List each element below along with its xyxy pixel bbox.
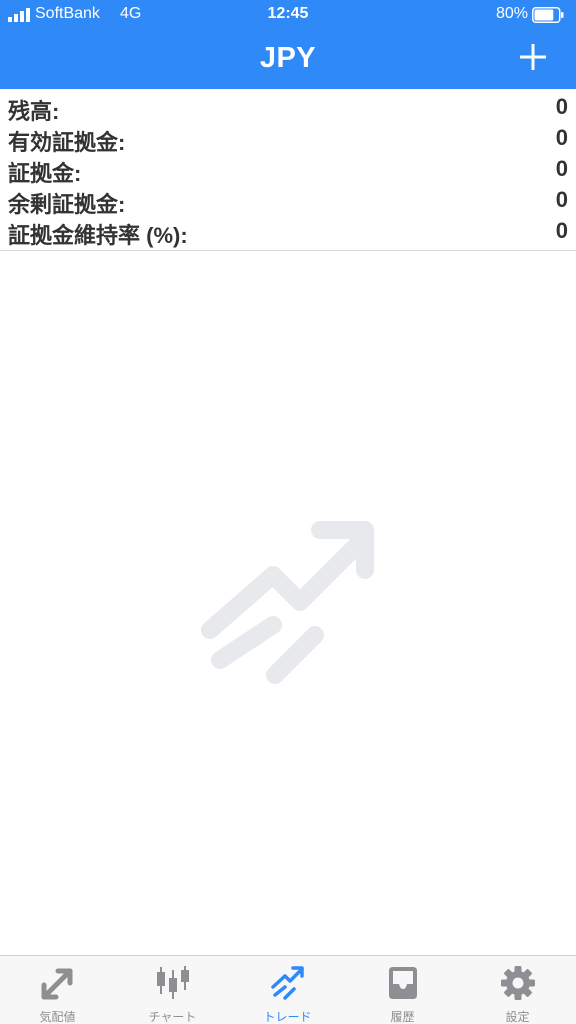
header: SoftBank 4G 12:45 80% JPY (0, 0, 576, 89)
plus-icon[interactable] (518, 42, 548, 72)
tab-chart[interactable]: チャート (115, 956, 230, 1024)
summary-value: 0 (555, 218, 568, 243)
page-title: JPY (259, 42, 317, 74)
tab-history[interactable]: 履歴 (345, 956, 460, 1024)
nav-bar: JPY (0, 30, 576, 89)
gear-icon (501, 966, 535, 1000)
quotes-icon (41, 968, 73, 1000)
tab-settings[interactable]: 設定 (460, 956, 575, 1024)
summary-value: 0 (555, 94, 568, 119)
candlestick-icon (157, 966, 189, 999)
summary-label: 証拠金維持率 (%): (8, 223, 188, 248)
summary-row-equity: 有効証拠金: 0 (0, 122, 576, 155)
trade-trend-icon (201, 521, 374, 684)
summary-row-balance: 残高: 0 (0, 91, 576, 124)
summary-row-free-margin: 余剰証拠金: 0 (0, 184, 576, 217)
summary-row-margin-level: 証拠金維持率 (%): 0 (0, 215, 576, 248)
inbox-icon (389, 967, 417, 999)
tab-label: 設定 (505, 1010, 530, 1024)
tab-label: チャート (148, 1010, 197, 1024)
summary-value: 0 (555, 125, 568, 150)
tab-bar: 気配値 チャート トレード 履歴 設定 (0, 955, 576, 1024)
status-bar: SoftBank 4G 12:45 80% (0, 0, 576, 30)
tab-trade[interactable]: トレード (230, 956, 345, 1024)
tab-label: トレード (263, 1010, 312, 1024)
clock: 12:45 (267, 5, 309, 22)
summary-value: 0 (555, 156, 568, 181)
tab-label: 気配値 (39, 1010, 76, 1024)
summary-value: 0 (555, 187, 568, 212)
account-summary: 残高: 0 有効証拠金: 0 証拠金: 0 余剰証拠金: 0 証拠金維持率 (%… (0, 91, 576, 251)
tab-label: 履歴 (390, 1010, 415, 1024)
trade-icon (271, 966, 304, 1000)
summary-row-margin: 証拠金: 0 (0, 153, 576, 186)
battery-percent: 80% (495, 5, 528, 22)
battery-icon (532, 7, 564, 23)
tab-quotes[interactable]: 気配値 (0, 956, 115, 1024)
